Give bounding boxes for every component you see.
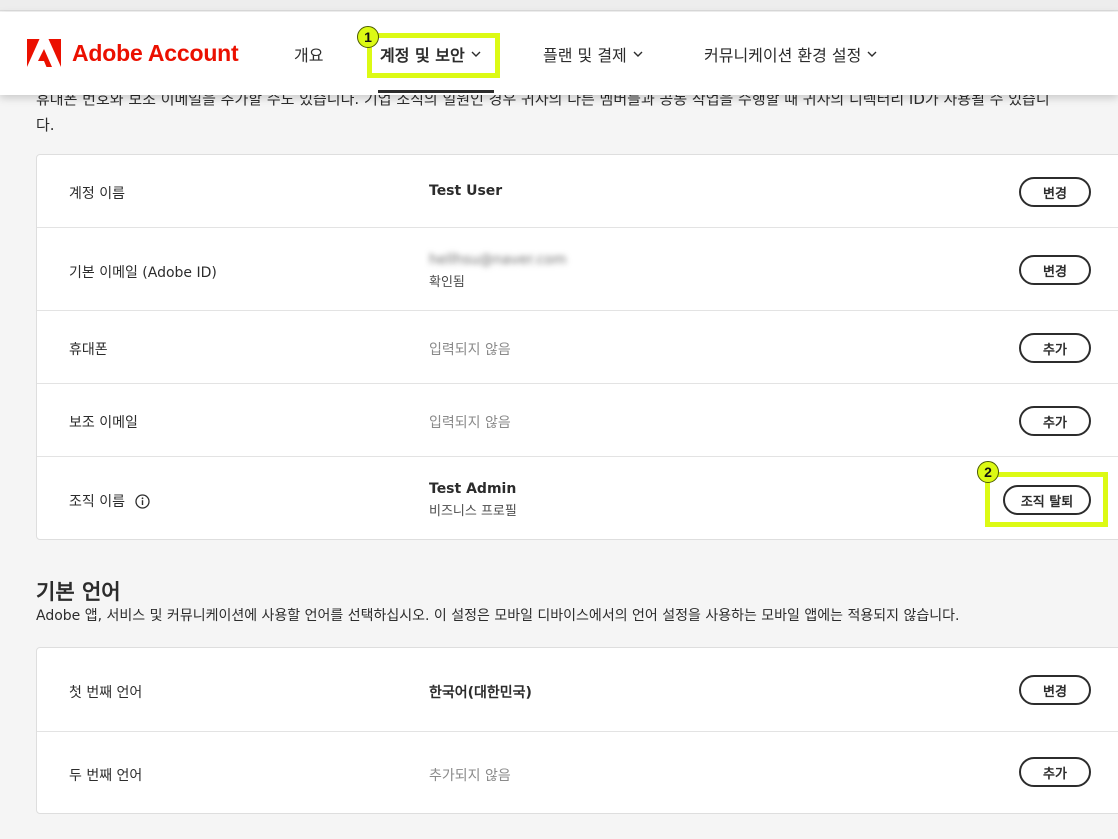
organization-label-text: 조직 이름 (69, 494, 125, 510)
nav-communication-label: 커뮤니케이션 환경 설정 (704, 46, 862, 65)
language-section-description: Adobe 앱, 서비스 및 커뮤니케이션에 사용할 언어를 선택하십시오. 이… (36, 608, 960, 624)
chevron-down-icon (867, 51, 877, 57)
add-mobile-phone-button[interactable]: 추가 (1019, 333, 1091, 363)
info-icon[interactable] (135, 493, 150, 509)
account-name-label: 계정 이름 (69, 186, 125, 202)
row-secondary-email: 보조 이메일 입력되지 않음 추가 (37, 384, 1118, 457)
row-second-language: 두 번째 언어 추가되지 않음 추가 (37, 732, 1118, 815)
annotation-badge-2: 2 (977, 461, 999, 483)
row-first-language: 첫 번째 언어 한국어(대한민국) 변경 (37, 648, 1118, 732)
annotation-highlight-1 (367, 33, 500, 78)
nav-plans-billing-label: 플랜 및 결제 (543, 46, 627, 65)
change-account-name-button[interactable]: 변경 (1019, 177, 1091, 207)
nav-communication-preferences[interactable]: 커뮤니케이션 환경 설정 (704, 42, 877, 66)
mobile-phone-label: 휴대폰 (69, 342, 108, 358)
language-section-title: 기본 언어 (36, 580, 121, 604)
business-profile-label: 비즈니스 프로필 (429, 504, 517, 519)
add-secondary-email-button[interactable]: 추가 (1019, 406, 1091, 436)
annotation-badge-1: 1 (357, 26, 379, 48)
row-organization: 조직 이름 Test Admin 비즈니스 프로필 조직 탈퇴 (37, 457, 1118, 541)
brand-name: Adobe Account (72, 39, 239, 66)
secondary-email-label: 보조 이메일 (69, 415, 138, 431)
chevron-down-icon (633, 51, 643, 57)
first-language-value: 한국어(대한민국) (429, 685, 532, 701)
intro-text-line-2: 다. (36, 116, 55, 134)
change-first-language-button[interactable]: 변경 (1019, 675, 1091, 705)
second-language-label: 두 번째 언어 (69, 768, 143, 784)
add-second-language-button[interactable]: 추가 (1019, 757, 1091, 787)
nav-plans-billing[interactable]: 플랜 및 결제 (543, 42, 643, 66)
primary-email-value: hellhsu@naver.com 확인됨 (429, 252, 566, 290)
adobe-account-logo[interactable]: Adobe Account (27, 39, 239, 67)
nav-overview-label: 개요 (294, 46, 324, 65)
account-info-card: 계정 이름 Test User 변경 기본 이메일 (Adobe ID) hel… (36, 154, 1118, 540)
email-verified-status: 확인됨 (429, 275, 465, 290)
annotation-highlight-2 (985, 472, 1108, 527)
adobe-logo-icon (27, 39, 61, 67)
top-navigation-bar: Adobe Account 개요 계정 및 보안 플랜 및 결제 커뮤니케이션 … (0, 12, 1118, 95)
active-tab-underline (378, 90, 494, 93)
primary-email-label: 기본 이메일 (Adobe ID) (69, 265, 217, 281)
organization-value: Test Admin 비즈니스 프로필 (429, 481, 517, 519)
account-name-value: Test User (429, 183, 503, 199)
row-primary-email: 기본 이메일 (Adobe ID) hellhsu@naver.com 확인됨 … (37, 228, 1118, 311)
change-primary-email-button[interactable]: 변경 (1019, 255, 1091, 285)
primary-email-address: hellhsu@naver.com (429, 252, 567, 268)
row-mobile-phone: 휴대폰 입력되지 않음 추가 (37, 311, 1118, 384)
organization-label: 조직 이름 (69, 491, 150, 511)
secondary-email-value: 입력되지 않음 (429, 415, 511, 431)
nav-overview[interactable]: 개요 (294, 42, 323, 66)
first-language-label: 첫 번째 언어 (69, 685, 143, 701)
mobile-phone-value: 입력되지 않음 (429, 342, 511, 358)
language-card: 첫 번째 언어 한국어(대한민국) 변경 두 번째 언어 추가되지 않음 추가 (36, 647, 1118, 814)
row-account-name: 계정 이름 Test User 변경 (37, 155, 1118, 228)
browser-top-strip (0, 0, 1118, 11)
second-language-value: 추가되지 않음 (429, 768, 511, 784)
